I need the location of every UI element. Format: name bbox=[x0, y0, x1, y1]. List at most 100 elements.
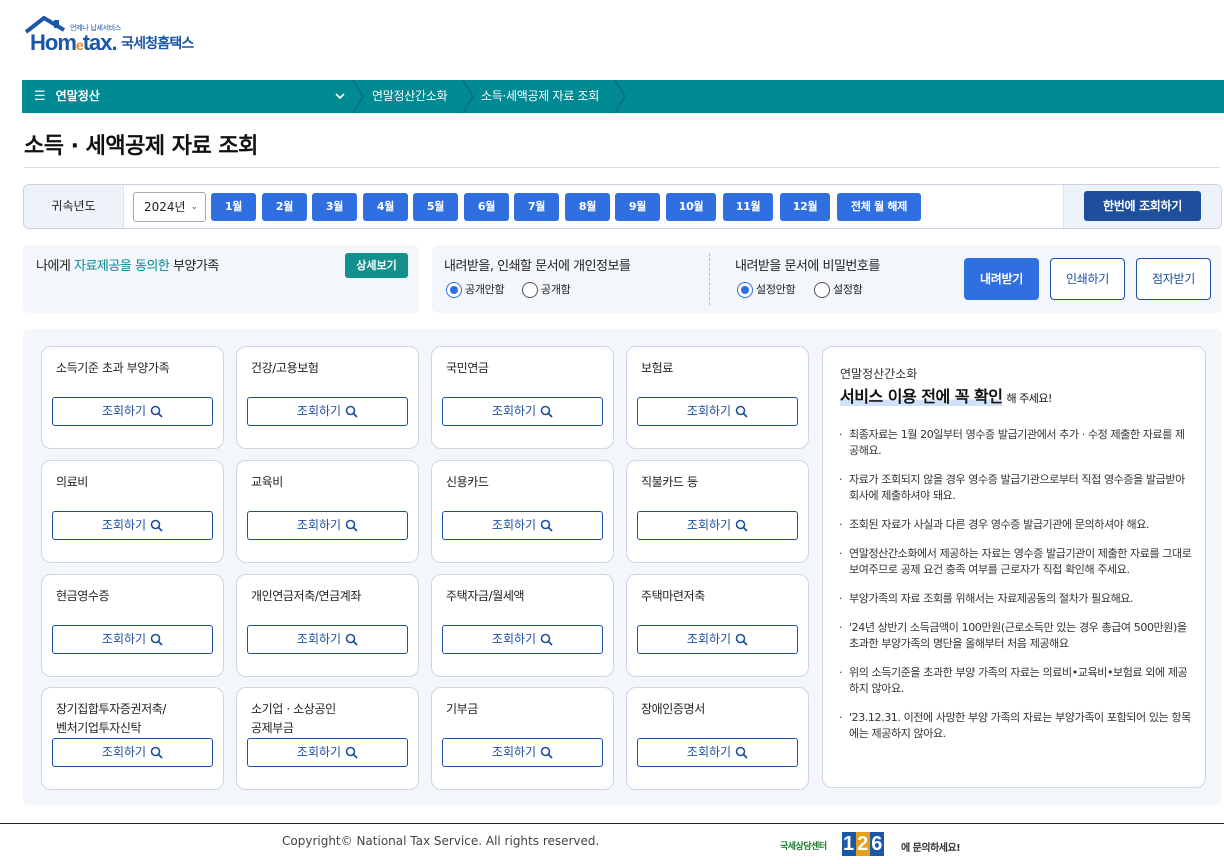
card-query-button[interactable]: 조회하기 bbox=[52, 625, 213, 654]
search-icon bbox=[150, 633, 163, 646]
footer-divider bbox=[0, 823, 1224, 824]
inquiry-card: 주택마련저축조회하기 bbox=[626, 574, 809, 677]
notice-item: '23.12.31. 이전에 사망한 부양 가족의 자료는 부양가족이 포함되어… bbox=[839, 710, 1194, 742]
inquiry-card: 신용카드 조회하기 bbox=[431, 460, 614, 563]
search-icon bbox=[735, 405, 748, 418]
month-button-4[interactable]: 4월 bbox=[363, 193, 408, 221]
month-button-1[interactable]: 1월 bbox=[211, 193, 256, 221]
menu-dropdown[interactable]: ☰ 연말정산 bbox=[22, 80, 352, 113]
call-center-number: 126 bbox=[842, 832, 885, 856]
search-icon bbox=[345, 519, 358, 532]
inquiry-card: 현금영수증조회하기 bbox=[41, 574, 224, 677]
call-center-suffix: 에 문의하세요! bbox=[901, 843, 961, 854]
radio-unselected-icon bbox=[522, 282, 538, 298]
search-icon bbox=[540, 633, 553, 646]
breadcrumb-item-2[interactable]: 소득·세액공제 자료 조회 bbox=[481, 80, 599, 113]
card-query-button[interactable]: 조회하기 bbox=[442, 738, 603, 767]
month-button-5[interactable]: 5월 bbox=[413, 193, 458, 221]
query-all-button[interactable]: 한번에 조회하기 bbox=[1084, 191, 1201, 221]
radio-personal-hide[interactable]: 공개안함 bbox=[446, 282, 505, 298]
braille-button[interactable]: 점자받기 bbox=[1136, 258, 1211, 300]
card-query-button[interactable]: 조회하기 bbox=[247, 625, 408, 654]
month-button-9[interactable]: 9월 bbox=[615, 193, 660, 221]
radio-password-on[interactable]: 설정함 bbox=[814, 282, 863, 298]
site-header: 언제나 납세서비스 Hometax. 국세청홈택스 bbox=[0, 0, 1224, 80]
notice-item: 부양가족의 자료 조회를 위해서는 자료제공동의 절차가 필요해요. bbox=[839, 591, 1194, 607]
radio-personal-show[interactable]: 공개함 bbox=[522, 282, 571, 298]
title-divider bbox=[24, 167, 1220, 168]
card-title: 개인연금저축/연금계좌 bbox=[251, 589, 362, 603]
card-query-button[interactable]: 조회하기 bbox=[637, 397, 798, 426]
card-query-button[interactable]: 조회하기 bbox=[247, 397, 408, 426]
card-query-button[interactable]: 조회하기 bbox=[442, 397, 603, 426]
hamburger-icon: ☰ bbox=[34, 89, 46, 104]
page-title: 소득 · 세액공제 자료 조회 bbox=[24, 134, 258, 159]
chevron-down-icon bbox=[335, 93, 345, 100]
notice-item: 자료가 조회되지 않을 경우 영수증 발급기관으로부터 직접 영수증을 발급받아… bbox=[839, 472, 1194, 504]
month-button-2[interactable]: 2월 bbox=[262, 193, 307, 221]
search-icon bbox=[345, 405, 358, 418]
card-title: 건강/고용보험 bbox=[251, 361, 319, 375]
top-navigation: ☰ 연말정산 연말정산간소화 소득·세액공제 자료 조회 bbox=[22, 80, 1224, 113]
download-button[interactable]: 내려받기 bbox=[964, 258, 1039, 300]
notice-heading: 서비스 이용 전에 꼭 확인 해 주세요! bbox=[840, 387, 1052, 406]
card-title: 장기집합투자증권저축/ 벤처기업투자신탁 bbox=[56, 702, 167, 735]
month-button-11[interactable]: 11월 bbox=[723, 193, 773, 221]
notice-item: 위의 소득기준을 초과한 부양 가족의 자료는 의료비•교육비•보험료 외에 제… bbox=[839, 665, 1194, 697]
inquiry-card: 보험료 조회하기 bbox=[626, 346, 809, 449]
breadcrumb-item-1[interactable]: 연말정산간소화 bbox=[372, 80, 447, 113]
breadcrumb-separator-icon bbox=[352, 80, 364, 113]
query-all-area: 한번에 조회하기 bbox=[1063, 185, 1221, 228]
card-title: 현금영수증 bbox=[56, 589, 110, 603]
inquiry-card: 주택자금/월세액 조회하기 bbox=[431, 574, 614, 677]
card-query-button[interactable]: 조회하기 bbox=[637, 625, 798, 654]
logo-korean-name: 국세청홈택스 bbox=[121, 36, 194, 52]
card-query-button[interactable]: 조회하기 bbox=[52, 397, 213, 426]
call-center-banner: 국세상담센터 126 에 문의하세요! bbox=[780, 830, 980, 858]
month-button-12[interactable]: 12월 bbox=[780, 193, 830, 221]
notice-item: 최종자료는 1월 20일부터 영수증 발급기관에서 추가 · 수정 제출한 자료… bbox=[839, 427, 1194, 459]
month-button-7[interactable]: 7월 bbox=[514, 193, 559, 221]
search-icon bbox=[150, 519, 163, 532]
search-icon bbox=[345, 746, 358, 759]
card-query-button[interactable]: 조회하기 bbox=[637, 511, 798, 540]
personal-info-heading: 내려받을, 인쇄할 문서에 개인정보를 bbox=[444, 259, 631, 274]
year-label: 귀속년도 bbox=[24, 185, 124, 228]
chevron-down-icon: ⌄ bbox=[190, 202, 198, 212]
card-title: 기부금 bbox=[446, 702, 478, 716]
month-button-3[interactable]: 3월 bbox=[312, 193, 357, 221]
hometax-logo[interactable]: 언제나 납세서비스 Hometax. 국세청홈택스 bbox=[24, 16, 224, 60]
notice-item: '24년 상반기 소득금액이 100만원(근로소득만 있는 경우 총급여 500… bbox=[839, 620, 1194, 652]
inquiry-card: 건강/고용보험조회하기 bbox=[236, 346, 419, 449]
radio-unselected-icon bbox=[814, 282, 830, 298]
card-query-button[interactable]: 조회하기 bbox=[637, 738, 798, 767]
month-button-6[interactable]: 6월 bbox=[464, 193, 509, 221]
logo-brand: Hometax. bbox=[30, 30, 118, 55]
card-title: 주택마련저축 bbox=[641, 589, 705, 603]
card-query-button[interactable]: 조회하기 bbox=[52, 738, 213, 767]
search-icon bbox=[150, 746, 163, 759]
card-query-button[interactable]: 조회하기 bbox=[247, 738, 408, 767]
inquiry-card: 소득기준 초과 부양가족 조회하기 bbox=[41, 346, 224, 449]
card-query-button[interactable]: 조회하기 bbox=[247, 511, 408, 540]
card-title: 의료비 bbox=[56, 475, 88, 489]
consent-text: 나에게 자료제공을 동의한 부양가족 bbox=[36, 259, 219, 274]
clear-months-button[interactable]: 전체 월 해제 bbox=[837, 193, 921, 221]
notice-item: 연말정산간소화에서 제공하는 자료는 영수증 발급기관이 제출한 자료를 그대로… bbox=[839, 546, 1194, 578]
inquiry-card: 국민연금 조회하기 bbox=[431, 346, 614, 449]
print-button[interactable]: 인쇄하기 bbox=[1050, 258, 1125, 300]
month-button-8[interactable]: 8월 bbox=[565, 193, 610, 221]
month-button-10[interactable]: 10월 bbox=[666, 193, 716, 221]
radio-password-off[interactable]: 설정안함 bbox=[737, 282, 796, 298]
notice-list: 최종자료는 1월 20일부터 영수증 발급기관에서 추가 · 수정 제출한 자료… bbox=[839, 427, 1194, 755]
search-icon bbox=[150, 405, 163, 418]
card-query-button[interactable]: 조회하기 bbox=[442, 625, 603, 654]
card-query-button[interactable]: 조회하기 bbox=[52, 511, 213, 540]
card-query-button[interactable]: 조회하기 bbox=[442, 511, 603, 540]
radio-selected-icon bbox=[446, 282, 462, 298]
notice-panel: 연말정산간소화 서비스 이용 전에 꼭 확인해 주세요! 최종자료는 1월 20… bbox=[822, 346, 1206, 788]
card-title: 소기업 · 소상공인 공제부금 bbox=[251, 702, 336, 735]
search-icon bbox=[540, 746, 553, 759]
detail-button[interactable]: 상세보기 bbox=[345, 253, 408, 278]
year-select[interactable]: 2024년 ⌄ bbox=[133, 192, 206, 222]
